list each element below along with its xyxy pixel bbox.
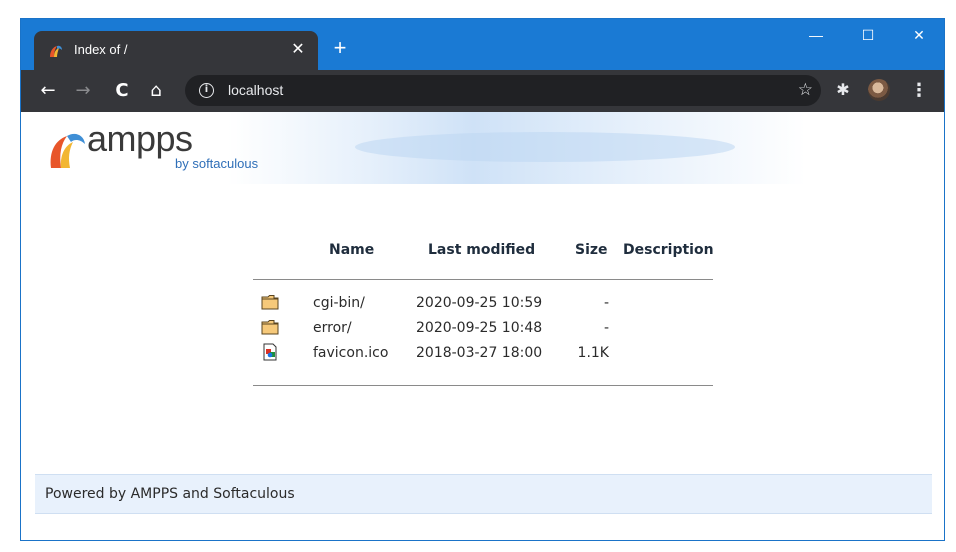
ampps-favicon-icon (50, 45, 62, 57)
active-tab[interactable]: Index of / ✕ (34, 31, 318, 70)
close-window-button[interactable]: ✕ (895, 19, 943, 51)
server-footer: Powered by AMPPS and Softaculous (35, 474, 932, 514)
address-bar[interactable]: i localhost ☆ (185, 75, 821, 106)
minimize-button[interactable]: — (792, 19, 840, 51)
folder-icon (261, 320, 279, 335)
image-file-icon (263, 343, 277, 361)
file-name-link[interactable]: error/ (313, 320, 352, 336)
maximize-button[interactable]: ☐ (844, 19, 892, 51)
tab-title: Index of / (74, 42, 128, 57)
tab-close-icon[interactable]: ✕ (288, 39, 308, 59)
file-modified: 2020-09-25 10:59 (416, 295, 543, 311)
header-divider (253, 279, 713, 280)
ampps-logo-subtitle: by softaculous (175, 156, 259, 171)
file-size: - (603, 295, 609, 311)
column-header-description[interactable]: Description (623, 242, 714, 258)
title-bar: Index of / ✕ + — ☐ ✕ (21, 19, 944, 70)
file-size: - (603, 320, 609, 336)
site-info-icon[interactable]: i (199, 83, 214, 98)
browser-menu-icon[interactable]: ⋮ (910, 80, 928, 102)
extensions-puzzle-icon[interactable]: ✱ (833, 80, 853, 100)
browser-toolbar: ← → C ⌂ i localhost ☆ ✱ ⋮ (21, 70, 944, 112)
page-content: ampps by softaculous Name Last modified … (21, 112, 944, 540)
footer-divider (253, 385, 713, 386)
url-text[interactable]: localhost (228, 82, 283, 98)
new-tab-button[interactable]: + (328, 37, 352, 61)
file-name-link[interactable]: favicon.ico (313, 345, 388, 361)
file-size: 1.1K (577, 345, 609, 361)
file-modified: 2018-03-27 18:00 (416, 345, 543, 361)
ampps-banner: ampps by softaculous (35, 112, 911, 184)
table-row: cgi-bin/ 2020-09-25 10:59 - (253, 292, 713, 318)
column-header-size[interactable]: Size (575, 242, 608, 258)
forward-arrow-icon[interactable]: → (71, 79, 95, 103)
screenshot-frame: Index of / ✕ + — ☐ ✕ ← → C ⌂ i localhost… (0, 0, 956, 552)
column-header-name[interactable]: Name (329, 242, 374, 258)
browser-window: Index of / ✕ + — ☐ ✕ ← → C ⌂ i localhost… (20, 18, 945, 541)
reload-icon[interactable]: C (110, 79, 134, 103)
file-name-link[interactable]: cgi-bin/ (313, 295, 365, 311)
ampps-logo-text: ampps (87, 118, 193, 159)
footer-text: Powered by AMPPS and Softaculous (45, 486, 295, 502)
profile-avatar[interactable] (868, 79, 890, 101)
back-arrow-icon[interactable]: ← (36, 79, 60, 103)
folder-icon (261, 295, 279, 310)
home-icon[interactable]: ⌂ (144, 79, 168, 103)
ampps-logo-mark-icon (50, 133, 85, 168)
column-header-last-modified[interactable]: Last modified (428, 242, 535, 258)
bookmark-star-icon[interactable]: ☆ (798, 79, 813, 101)
table-row: favicon.ico 2018-03-27 18:00 1.1K (253, 342, 713, 368)
table-row: error/ 2020-09-25 10:48 - (253, 317, 713, 343)
file-modified: 2020-09-25 10:48 (416, 320, 543, 336)
